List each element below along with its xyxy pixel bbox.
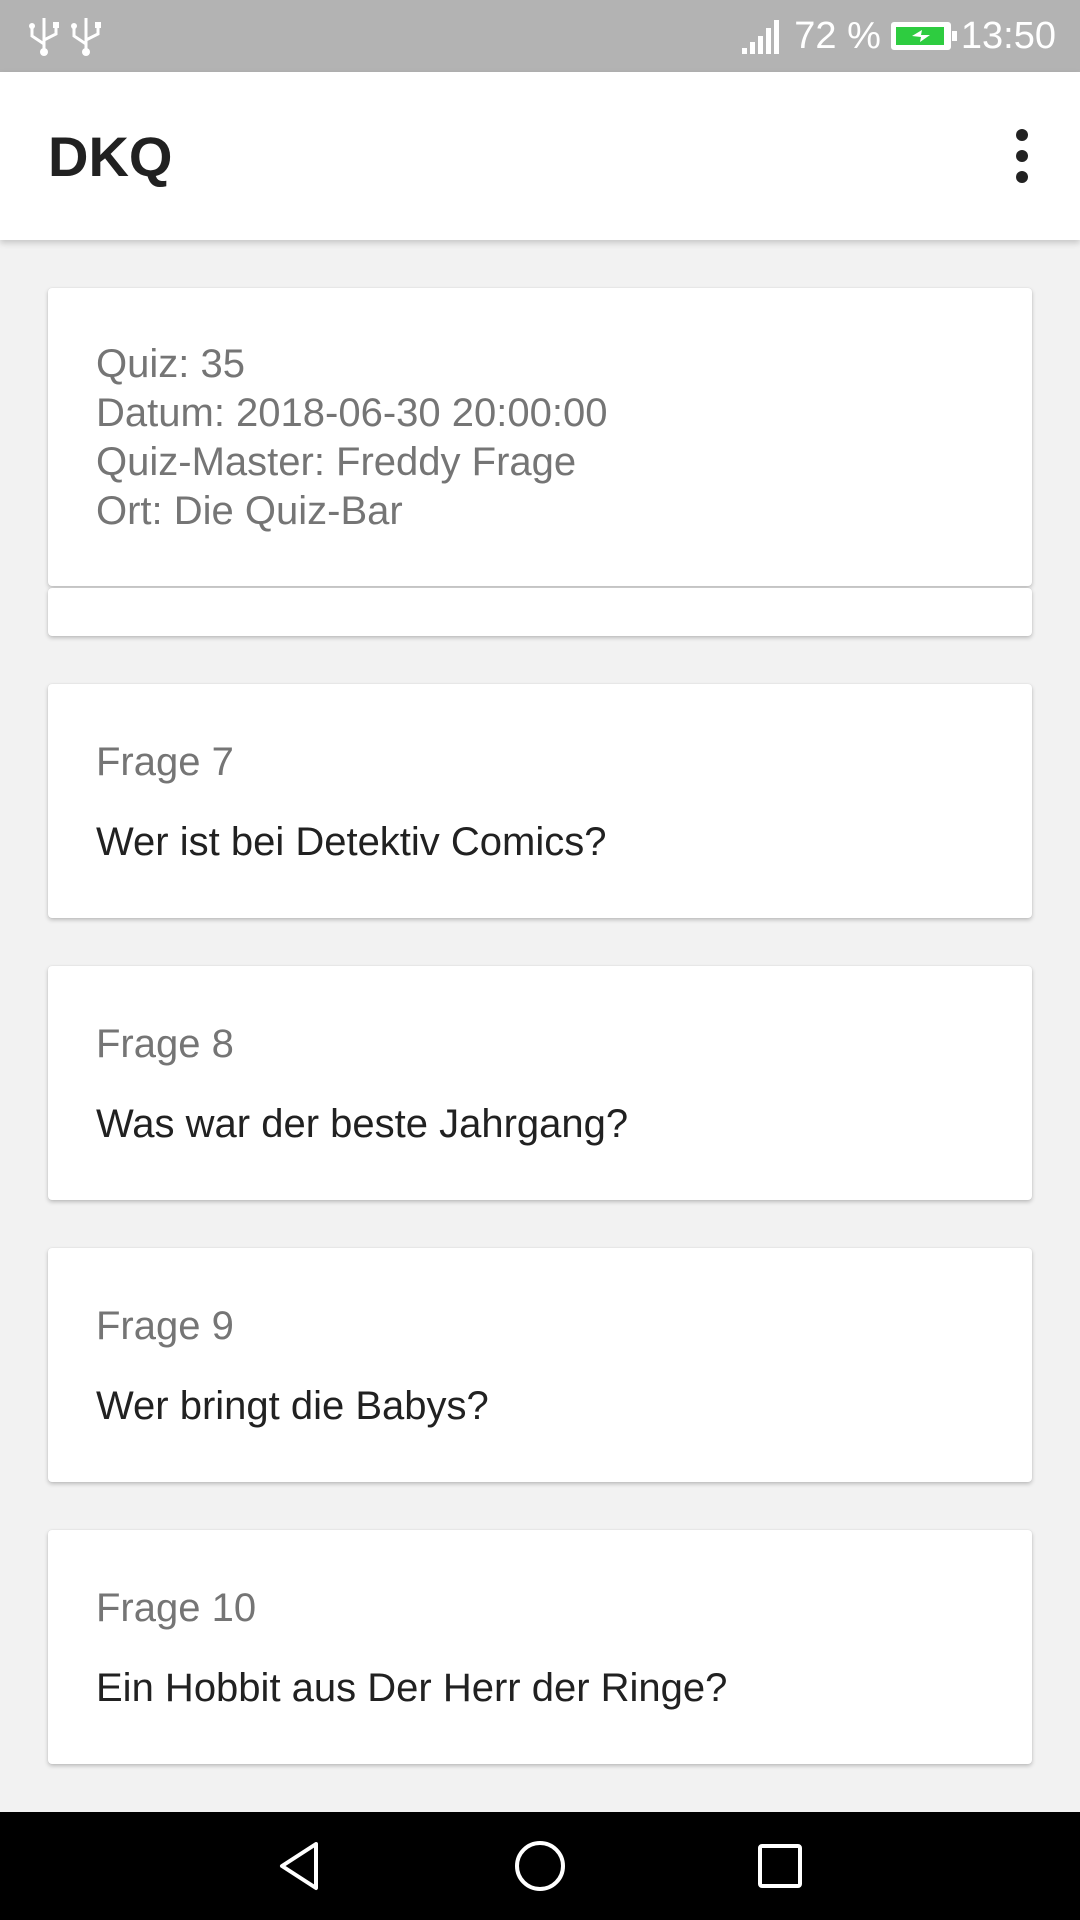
question-card[interactable]: Frage 9 Wer bringt die Babys? bbox=[48, 1248, 1032, 1482]
more-vert-icon[interactable] bbox=[994, 122, 1050, 190]
back-icon[interactable] bbox=[270, 1836, 330, 1896]
question-card[interactable]: Frage 10 Ein Hobbit aus Der Herr der Rin… bbox=[48, 1530, 1032, 1764]
question-text: Wer bringt die Babys? bbox=[96, 1384, 489, 1428]
battery-charging-icon bbox=[890, 22, 957, 50]
question-label: Frage 7 bbox=[96, 740, 234, 784]
question-card[interactable]: Frage 7 Wer ist bei Detektiv Comics? bbox=[48, 684, 1032, 918]
question-text: Wer ist bei Detektiv Comics? bbox=[96, 820, 607, 864]
question-text: Was war der beste Jahrgang? bbox=[96, 1102, 629, 1146]
usb-icon bbox=[71, 18, 101, 56]
battery-percent: 72 % bbox=[794, 14, 881, 57]
quiz-location: Ort: Die Quiz-Bar bbox=[96, 489, 403, 533]
app-bar: DKQ bbox=[0, 72, 1080, 240]
recents-icon[interactable] bbox=[750, 1836, 810, 1896]
question-label: Frage 9 bbox=[96, 1304, 234, 1348]
question-label: Frage 10 bbox=[96, 1586, 257, 1630]
partial-card bbox=[48, 588, 1032, 636]
usb-icon bbox=[29, 18, 59, 56]
home-icon[interactable] bbox=[510, 1836, 570, 1896]
navigation-bar bbox=[0, 1812, 1080, 1920]
question-card[interactable]: Frage 8 Was war der beste Jahrgang? bbox=[48, 966, 1032, 1200]
status-bar: 72 % 13:50 bbox=[0, 0, 1080, 72]
quiz-date: Datum: 2018-06-30 20:00:00 bbox=[96, 391, 608, 435]
quiz-info-card: Quiz: 35 Datum: 2018-06-30 20:00:00 Quiz… bbox=[48, 288, 1032, 586]
quiz-master: Quiz-Master: Freddy Frage bbox=[96, 440, 577, 484]
quiz-number: Quiz: 35 bbox=[96, 342, 245, 386]
clock: 13:50 bbox=[960, 14, 1056, 57]
app-title: DKQ bbox=[48, 125, 173, 188]
question-text: Ein Hobbit aus Der Herr der Ringe? bbox=[96, 1666, 728, 1710]
question-label: Frage 8 bbox=[96, 1022, 234, 1066]
signal-icon bbox=[742, 20, 780, 54]
